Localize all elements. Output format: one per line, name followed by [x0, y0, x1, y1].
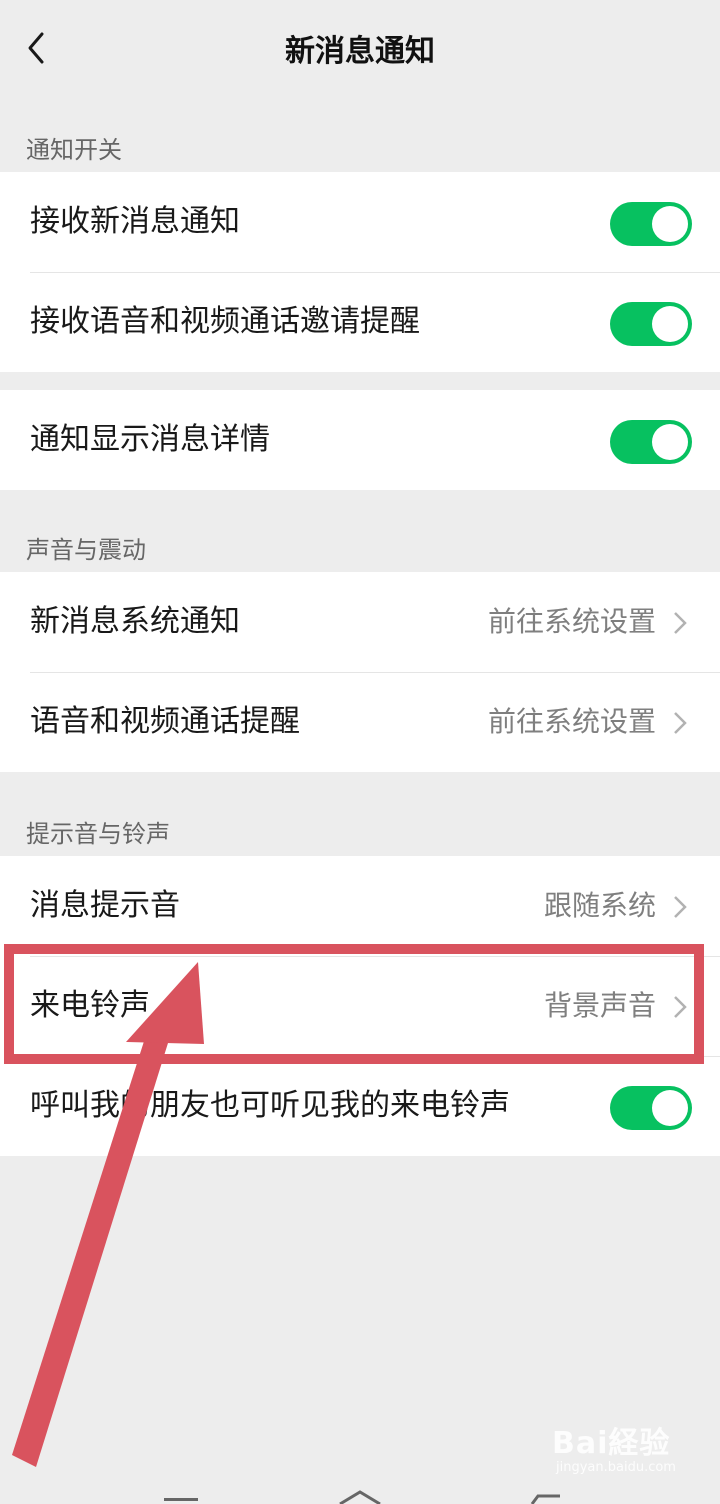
chevron-right-icon	[674, 712, 687, 734]
section-title-notification-switch: 通知开关	[26, 136, 122, 164]
toggle-switch-receive-new[interactable]	[610, 202, 692, 246]
setting-row-system-notice[interactable]: 新消息系统通知 前往系统设置	[0, 572, 720, 672]
setting-label: 接收语音和视频通话邀请提醒	[30, 304, 420, 339]
setting-label: 来电铃声	[30, 988, 150, 1023]
setting-row-share-ringtone[interactable]: 呼叫我的朋友也可听见我的来电铃声	[0, 1056, 720, 1156]
setting-label: 新消息系统通知	[30, 604, 240, 639]
setting-label: 语音和视频通话提醒	[30, 704, 300, 739]
setting-value: 前往系统设置	[487, 605, 656, 638]
setting-label: 消息提示音	[30, 888, 180, 923]
setting-row-voice-video-invite[interactable]: 接收语音和视频通话邀请提醒	[0, 272, 720, 372]
toggle-knob	[652, 206, 688, 242]
toggle-knob	[652, 424, 688, 460]
watermark-brand: Bai経验	[552, 1426, 671, 1461]
setting-label: 接收新消息通知	[30, 204, 240, 239]
system-navigation-bar	[164, 1490, 560, 1504]
chevron-right-icon	[674, 896, 687, 918]
setting-label: 通知显示消息详情	[30, 422, 270, 457]
watermark-logo: Bai経验 jingyan.baidu.com	[552, 1418, 692, 1484]
settings-group-notification: 接收新消息通知 接收语音和视频通话邀请提醒	[0, 172, 720, 372]
watermark-url: jingyan.baidu.com	[556, 1460, 676, 1475]
menu-icon	[164, 1498, 198, 1501]
page-title: 新消息通知	[285, 34, 435, 69]
setting-value: 前往系统设置	[487, 705, 656, 738]
setting-row-message-tone[interactable]: 消息提示音 跟随系统	[0, 856, 720, 956]
navigation-bar: 新消息通知	[0, 0, 720, 100]
setting-row-receive-new[interactable]: 接收新消息通知	[0, 172, 720, 272]
setting-row-ringtone[interactable]: 来电铃声 背景声音	[0, 956, 720, 1056]
setting-value: 跟随系统	[543, 889, 656, 922]
setting-row-call-reminder[interactable]: 语音和视频通话提醒 前往系统设置	[0, 672, 720, 772]
settings-group-details: 通知显示消息详情	[0, 390, 720, 490]
home-icon	[339, 1490, 381, 1504]
settings-group-sound: 新消息系统通知 前往系统设置 语音和视频通话提醒 前往系统设置	[0, 572, 720, 772]
section-title-sound-vibration: 声音与震动	[26, 536, 146, 564]
toggle-knob	[652, 306, 688, 342]
toggle-switch-show-details[interactable]	[610, 420, 692, 464]
toggle-knob	[652, 1090, 688, 1126]
settings-group-tones: 消息提示音 跟随系统 来电铃声 背景声音 呼叫我的朋友也可听见我的来电铃声	[0, 856, 720, 1156]
back-icon	[530, 1494, 560, 1504]
setting-value: 背景声音	[543, 989, 656, 1022]
toggle-switch-share-ringtone[interactable]	[610, 1086, 692, 1130]
setting-row-show-details[interactable]: 通知显示消息详情	[0, 390, 720, 490]
chevron-right-icon	[674, 996, 687, 1018]
chevron-right-icon	[674, 612, 687, 634]
section-title-tones-ringtones: 提示音与铃声	[26, 820, 170, 848]
toggle-switch-voice-video-invite[interactable]	[610, 302, 692, 346]
setting-label: 呼叫我的朋友也可听见我的来电铃声	[30, 1088, 510, 1123]
